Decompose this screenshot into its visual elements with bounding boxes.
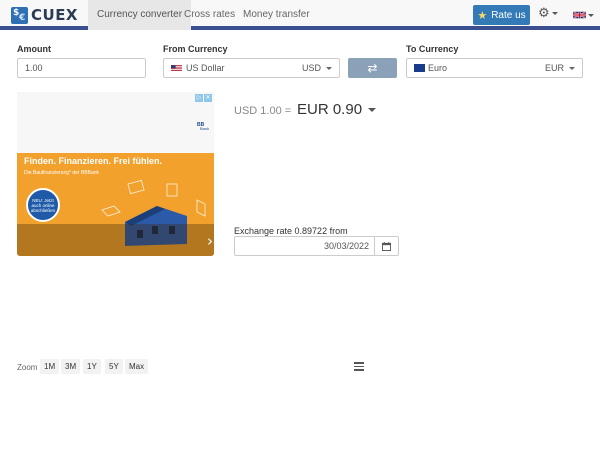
language-dropdown[interactable] <box>573 10 594 20</box>
result-to-dropdown[interactable]: EUR 0.90 <box>297 101 377 118</box>
chevron-right-icon[interactable]: › <box>207 234 213 249</box>
gear-icon: ⚙ <box>538 6 550 21</box>
chevron-down-icon <box>569 66 575 70</box>
from-currency-code: USD <box>301 63 321 73</box>
zoom-1m-button[interactable]: 1M <box>40 359 60 374</box>
date-input[interactable]: 30/03/2022 <box>234 236 374 256</box>
chevron-down-icon <box>368 107 377 112</box>
swap-arrows-icon: ⇄ <box>367 61 378 75</box>
rate-us-label: Rate us <box>491 9 526 21</box>
result-from-text: USD 1.00 = <box>234 105 292 117</box>
logo-text: CUEX <box>31 6 78 24</box>
logo[interactable]: $ € CUEX <box>11 6 78 24</box>
ad-bottom-bar <box>17 224 214 256</box>
amount-input[interactable]: 1.00 <box>17 58 146 78</box>
zoom-3m-button[interactable]: 3M <box>61 359 81 374</box>
navbar: $ € CUEX Currency converter Cross rates … <box>0 0 600 30</box>
settings-dropdown[interactable]: ⚙ <box>538 7 558 21</box>
amount-label: Amount <box>17 44 51 54</box>
chevron-down-icon <box>326 66 332 70</box>
uk-flag-icon <box>573 11 586 19</box>
from-currency-name: US Dollar <box>186 63 225 73</box>
zoom-1y-button[interactable]: 1Y <box>83 359 101 374</box>
amount-value: 1.00 <box>25 63 43 73</box>
to-currency-code: EUR <box>544 63 564 73</box>
zoom-label: Zoom <box>17 363 38 372</box>
zoom-5y-button[interactable]: 5Y <box>105 359 123 374</box>
calendar-button[interactable] <box>374 236 399 256</box>
rate-us-button[interactable]: ★ Rate us <box>473 5 530 25</box>
star-icon: ★ <box>477 9 488 22</box>
to-currency-label: To Currency <box>406 44 459 54</box>
swap-currencies-button[interactable]: ⇄ <box>348 58 397 78</box>
chevron-down-icon <box>551 12 558 15</box>
us-flag-icon <box>171 65 182 71</box>
chevron-down-icon <box>588 13 594 17</box>
exchange-rate-label: Exchange rate 0.89722 from <box>234 226 348 236</box>
from-currency-label: From Currency <box>163 44 228 54</box>
result-to-text: EUR 0.90 <box>297 101 363 118</box>
tab-money-transfer[interactable]: Money transfer <box>234 0 319 30</box>
hamburger-menu-icon[interactable] <box>354 362 364 371</box>
eu-flag-icon <box>414 64 425 72</box>
to-currency-select[interactable]: Euro EUR <box>406 58 583 78</box>
zoom-max-button[interactable]: Max <box>125 359 149 374</box>
logo-mark-icon: $ € <box>11 6 28 24</box>
advertisement-banner[interactable]: ▷ ✕ BB Bank Finden. Finanzieren. Frei füh… <box>17 92 214 256</box>
to-currency-name: Euro <box>428 63 448 73</box>
from-currency-select[interactable]: US Dollar USD <box>163 58 340 78</box>
calendar-icon <box>382 241 391 251</box>
